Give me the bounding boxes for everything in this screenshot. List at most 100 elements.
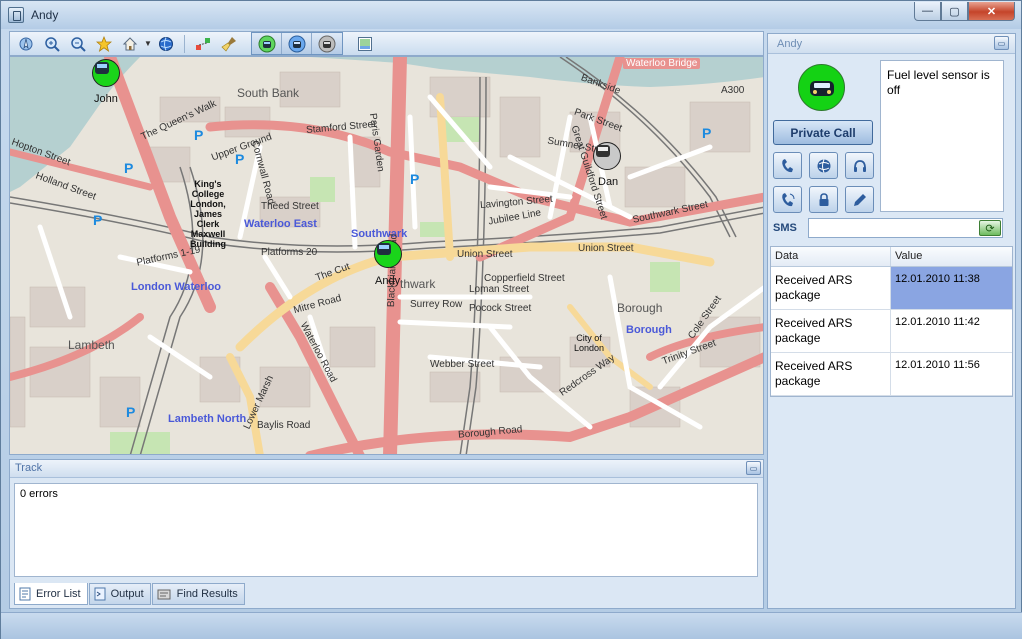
map-place-label: London Waterloo: [131, 281, 222, 293]
send-sms-button[interactable]: ⟳: [979, 220, 1001, 236]
vehicle-panel-header: Andy ▭: [768, 34, 1015, 54]
map-layer-icon: [358, 36, 372, 51]
app-window: Andy — ▢ ✕ ▼ South Bank Lambeth Borough …: [0, 0, 1022, 639]
zoom-in-icon: [45, 36, 60, 52]
vehicle-marker-john[interactable]: [92, 59, 120, 87]
filter-offline-vehicles-button[interactable]: [312, 33, 342, 54]
table-cell-value: 12.01.2010 11:42: [895, 316, 980, 328]
title-bar: Andy — ▢ ✕: [1, 1, 1021, 29]
locate-button[interactable]: [14, 33, 38, 54]
send-refresh-icon: ⟳: [985, 222, 995, 235]
map-street-label: Platforms 20: [261, 247, 318, 258]
map-view[interactable]: South Bank Lambeth Borough thwark Waterl…: [9, 56, 764, 455]
tab-find-results[interactable]: Find Results: [151, 583, 245, 605]
vehicle-marker-dan[interactable]: [593, 142, 621, 170]
error-count-text: 0 errors: [20, 488, 58, 500]
parking-icon: P: [235, 151, 245, 167]
minimize-icon: —: [922, 5, 933, 17]
headset-icon: [853, 159, 866, 172]
map-area-label: Lambeth: [68, 338, 115, 352]
table-cell-value: 12.01.2010 11:56: [895, 359, 980, 371]
window-title: Andy: [31, 8, 59, 22]
map-place-label: Waterloo East: [244, 218, 317, 230]
vehicle-status-badge: [798, 64, 845, 111]
clear-button[interactable]: [217, 33, 241, 54]
table-cell-data: Received ARS package: [771, 310, 891, 352]
tab-label: Output: [110, 588, 144, 600]
vehicle-status-message: Fuel level sensor is off: [880, 60, 1004, 212]
lock-button[interactable]: [809, 186, 838, 213]
vehicle-label: John: [94, 93, 118, 105]
filter-busy-vehicles-button[interactable]: [282, 33, 312, 54]
call-incoming-button[interactable]: [773, 152, 802, 179]
zoom-out-button[interactable]: [66, 33, 90, 54]
edit-button[interactable]: [845, 186, 874, 213]
minimize-button[interactable]: —: [914, 2, 941, 21]
find-results-icon: [157, 589, 171, 600]
zoom-out-icon: [71, 36, 86, 52]
map-street-label: Surrey Row: [410, 299, 463, 310]
column-header-data[interactable]: Data: [771, 247, 891, 266]
globe-icon: [817, 158, 830, 173]
table-cell-value: 12.01.2010 11:38: [891, 267, 1012, 309]
home-button[interactable]: [118, 33, 142, 54]
map-street-label: Union Street: [578, 243, 634, 254]
map-area-label: thwark: [400, 277, 436, 291]
app-icon: [8, 7, 24, 23]
maximize-button[interactable]: ▢: [941, 2, 968, 21]
green-vehicle-icon: [258, 35, 275, 52]
phone-icon: [781, 192, 794, 206]
column-header-value[interactable]: Value: [891, 247, 926, 266]
table-row[interactable]: Received ARS package 12.01.2010 11:38: [771, 267, 1012, 310]
status-bar: [1, 612, 1022, 639]
route-button[interactable]: [191, 33, 215, 54]
globe-button[interactable]: [154, 33, 178, 54]
maximize-icon: ▢: [949, 5, 960, 18]
parking-icon: P: [126, 404, 136, 420]
track-panel-header: Track ▭: [10, 460, 763, 478]
vehicle-panel-pin-button[interactable]: ▭: [994, 36, 1009, 50]
parking-icon: P: [124, 160, 134, 176]
close-button[interactable]: ✕: [968, 2, 1015, 21]
favorites-button[interactable]: [92, 33, 116, 54]
home-dropdown-icon[interactable]: ▼: [144, 39, 152, 48]
map-layer-button[interactable]: [353, 33, 377, 54]
map-street-label: Webber Street: [430, 359, 495, 370]
tab-error-list[interactable]: Error List: [14, 583, 88, 605]
sms-input[interactable]: [808, 218, 1003, 238]
close-icon: ✕: [986, 5, 997, 18]
car-icon: [95, 62, 109, 74]
headset-button[interactable]: [845, 152, 874, 179]
tab-output[interactable]: Output: [88, 583, 151, 605]
car-icon: [377, 243, 391, 255]
vehicle-data-table: Data Value Received ARS package 12.01.20…: [770, 246, 1013, 397]
output-icon: [94, 587, 106, 601]
table-row[interactable]: Received ARS package 12.01.2010 11:42: [771, 310, 1012, 353]
map-street-label: Pocock Street: [469, 303, 532, 314]
table-header: Data Value: [771, 247, 1012, 267]
zoom-in-button[interactable]: [40, 33, 64, 54]
vehicle-marker-andy[interactable]: [374, 240, 402, 268]
filter-online-vehicles-button[interactable]: [252, 33, 282, 54]
map-street-label: Loman Street: [469, 284, 530, 295]
vehicle-actions: [773, 152, 874, 213]
parking-icon: P: [194, 127, 204, 143]
map-place-label: Borough: [626, 324, 672, 336]
phone-call-button[interactable]: [773, 186, 802, 213]
vehicle-label: Andy: [375, 275, 401, 287]
locate-icon: [19, 37, 33, 50]
map-street-label: A300: [721, 85, 745, 96]
map-school-label: City of London: [573, 333, 605, 353]
lock-icon: [819, 192, 828, 206]
table-row[interactable]: Received ARS package 12.01.2010 11:56: [771, 353, 1012, 396]
status-message-text: Fuel level sensor is off: [887, 68, 990, 97]
sms-label: SMS: [773, 222, 797, 234]
map-landmark-label: King's College London, James Clerk Maxwe…: [190, 179, 226, 249]
map-place-label: Lambeth North: [168, 413, 247, 425]
car-icon: [809, 80, 834, 96]
parking-icon: P: [93, 212, 103, 228]
private-call-button[interactable]: Private Call: [773, 120, 873, 145]
web-button[interactable]: [809, 152, 838, 179]
toolbar-separator: [184, 34, 185, 53]
track-pin-button[interactable]: ▭: [746, 461, 761, 475]
